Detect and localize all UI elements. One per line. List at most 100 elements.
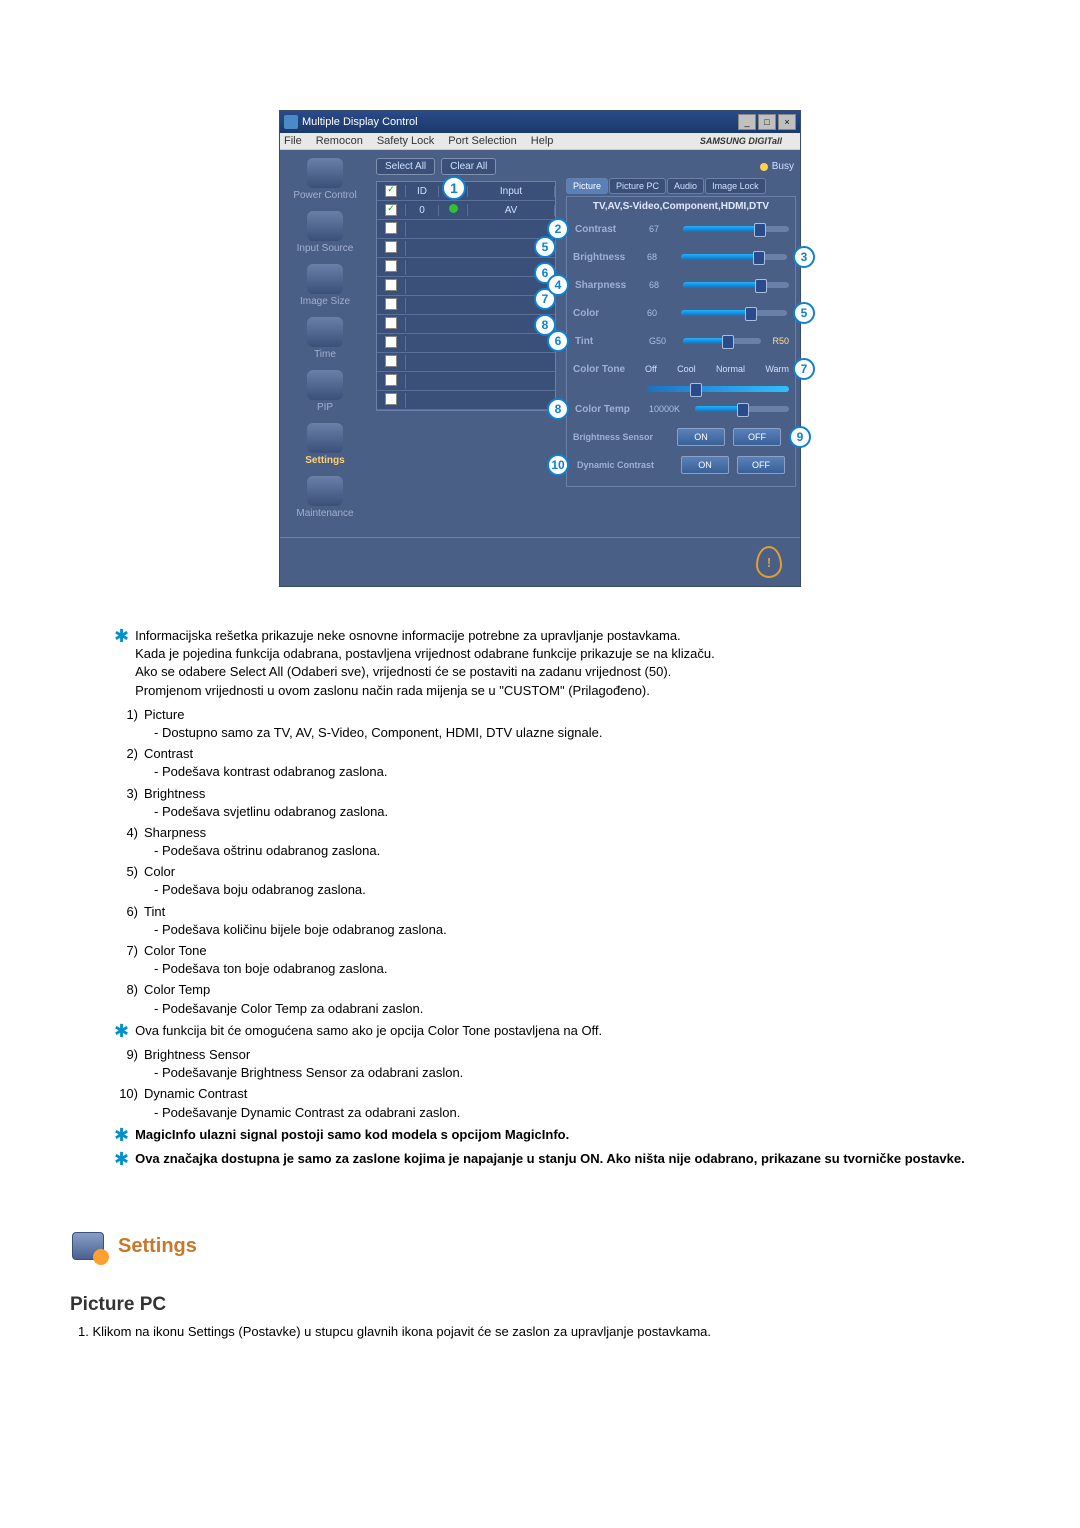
color-row: Color 60 5 — [573, 302, 789, 324]
app-window: Multiple Display Control _ □ × File Remo… — [279, 110, 801, 587]
menu-safety-lock[interactable]: Safety Lock — [377, 135, 434, 147]
tone-warm[interactable]: Warm — [765, 364, 789, 374]
pip-icon — [307, 370, 343, 400]
note-power-on: Ova značajka dostupna je samo za zaslone… — [135, 1150, 966, 1168]
grid-empty-row — [377, 220, 555, 239]
gear-icon — [93, 1249, 109, 1265]
note-color-tone: Ova funkcija bit će omogućena samo ako j… — [135, 1022, 966, 1040]
menu-port-selection[interactable]: Port Selection — [448, 135, 516, 147]
star-icon: ✱ — [114, 1022, 129, 1040]
description-block: ✱ Informacijska rešetka prikazuje neke o… — [114, 627, 966, 1168]
picture-panel: Picture Picture PC Audio Image Lock TV,A… — [566, 178, 796, 487]
sidebar-item-settings[interactable]: Settings — [280, 423, 370, 466]
star-icon: ✱ — [114, 627, 129, 645]
status-dot-icon — [449, 204, 458, 213]
sidebar-item-time[interactable]: Time — [280, 317, 370, 360]
brightness-slider[interactable] — [681, 254, 787, 260]
grid-empty-row — [377, 296, 555, 315]
header-checkbox[interactable] — [385, 185, 397, 197]
close-button[interactable]: × — [778, 114, 796, 130]
grid-empty-row — [377, 277, 555, 296]
tab-picture-pc[interactable]: Picture PC — [609, 178, 666, 194]
dynamic-contrast-row: 10 Dynamic Contrast ON OFF — [573, 454, 789, 476]
contrast-row: 2 Contrast 67 — [573, 218, 789, 240]
grid-row[interactable]: 0 AV — [377, 201, 555, 220]
star-icon: ✱ — [114, 1126, 129, 1144]
callout-9: 9 — [789, 426, 811, 448]
menu-file[interactable]: File — [284, 135, 302, 147]
sidebar-item-image-size[interactable]: Image Size — [280, 264, 370, 307]
picture-pc-heading: Picture PC — [70, 1294, 1010, 1316]
brightness-sensor-row: Brightness Sensor ON OFF 9 — [573, 426, 789, 448]
sidebar-item-pip[interactable]: PIP — [280, 370, 370, 413]
grid-empty-row — [377, 391, 555, 410]
power-icon — [307, 158, 343, 188]
maximize-button[interactable]: □ — [758, 114, 776, 130]
tab-picture[interactable]: Picture — [566, 178, 608, 194]
sharpness-slider[interactable] — [683, 282, 789, 288]
color-slider[interactable] — [681, 310, 787, 316]
clear-all-button[interactable]: Clear All — [441, 158, 496, 175]
source-line: TV,AV,S-Video,Component,HDMI,DTV — [573, 201, 789, 212]
tab-audio[interactable]: Audio — [667, 178, 704, 194]
titlebar: Multiple Display Control _ □ × — [280, 111, 800, 133]
tone-off[interactable]: Off — [645, 364, 657, 374]
row-id: 0 — [406, 205, 439, 216]
color-temp-row: 8 Color Temp 10000K — [573, 398, 789, 420]
callout-10: 10 — [547, 454, 569, 476]
menu-remocon[interactable]: Remocon — [316, 135, 363, 147]
settings-heading: Settings — [118, 1235, 197, 1258]
tone-cool[interactable]: Cool — [677, 364, 696, 374]
col-input: Input — [468, 186, 555, 197]
grid-empty-row — [377, 315, 555, 334]
settings-section-icon — [70, 1228, 106, 1264]
color-tone-row: Color Tone Off Cool Normal Warm 7 — [573, 358, 789, 380]
busy-indicator: Busy — [760, 161, 794, 172]
callout-5b: 5 — [793, 302, 815, 324]
settings-icon — [307, 423, 343, 453]
sidebar-item-maintenance[interactable]: Maintenance — [280, 476, 370, 519]
minimize-button[interactable]: _ — [738, 114, 756, 130]
window-title: Multiple Display Control — [302, 116, 736, 128]
callout-2: 2 — [547, 218, 569, 240]
sidebar: Power Control Input Source Image Size Ti… — [280, 150, 370, 537]
brightness-row: Brightness 68 3 — [573, 246, 789, 268]
dcontrast-on-button[interactable]: ON — [681, 456, 729, 474]
settings-heading-row: Settings — [70, 1228, 1010, 1264]
main-panel: Select All Clear All 1 Busy ID ⬛ Input 0 — [370, 150, 800, 537]
callout-1: 1 — [442, 176, 466, 200]
menubar: File Remocon Safety Lock Port Selection … — [280, 133, 800, 150]
bsensor-on-button[interactable]: ON — [677, 428, 725, 446]
busy-dot-icon — [760, 163, 768, 171]
tab-image-lock[interactable]: Image Lock — [705, 178, 766, 194]
sharpness-row: 4 Sharpness 68 — [573, 274, 789, 296]
menu-help[interactable]: Help — [531, 135, 554, 147]
grid-empty-row — [377, 372, 555, 391]
grid-empty-row — [377, 258, 555, 277]
grid-header-row: ID ⬛ Input — [377, 182, 555, 201]
select-all-button[interactable]: Select All — [376, 158, 435, 175]
tone-slider[interactable] — [647, 386, 789, 392]
dcontrast-off-button[interactable]: OFF — [737, 456, 785, 474]
bsensor-off-button[interactable]: OFF — [733, 428, 781, 446]
image-size-icon — [307, 264, 343, 294]
callout-7b: 7 — [793, 358, 815, 380]
color-temp-slider[interactable] — [695, 406, 789, 412]
tint-row: 6 Tint G50 R50 — [573, 330, 789, 352]
sidebar-item-input-source[interactable]: Input Source — [280, 211, 370, 254]
callout-4: 4 — [547, 274, 569, 296]
info-grid: ID ⬛ Input 0 AV — [376, 181, 556, 411]
time-icon — [307, 317, 343, 347]
callout-6b: 6 — [547, 330, 569, 352]
sidebar-item-power-control[interactable]: Power Control — [280, 158, 370, 201]
row-checkbox[interactable] — [385, 204, 397, 216]
tint-slider[interactable] — [683, 338, 761, 344]
intro-text: Informacijska rešetka prikazuje neke osn… — [135, 627, 966, 700]
tone-normal[interactable]: Normal — [716, 364, 745, 374]
contrast-slider[interactable] — [683, 226, 789, 232]
grid-empty-row — [377, 353, 555, 372]
grid-empty-row — [377, 334, 555, 353]
info-icon: ! — [756, 546, 782, 578]
star-icon: ✱ — [114, 1150, 129, 1168]
input-icon — [307, 211, 343, 241]
